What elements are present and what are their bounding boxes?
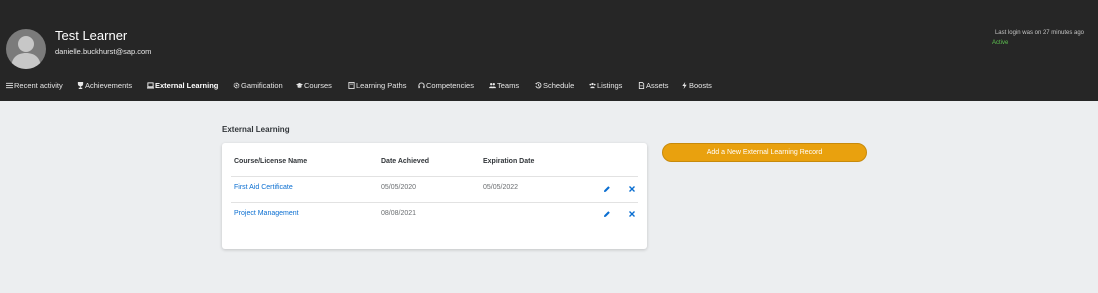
headset-icon	[418, 82, 425, 89]
external-learning-table: Course/License Name Date Achieved Expira…	[222, 143, 647, 249]
document-icon	[638, 81, 645, 89]
nav-item-competencies[interactable]: Competencies	[418, 76, 474, 94]
avatar	[6, 29, 46, 69]
nav-item-label: Schedule	[543, 80, 575, 90]
nav-item-listings[interactable]: Listings	[589, 76, 622, 94]
user-email: danielle.buckhurst@sap.com	[55, 47, 152, 56]
nav-item-label: Assets	[646, 80, 669, 90]
nav-item-label: Gamification	[241, 80, 283, 90]
graduation-cap-icon	[296, 82, 303, 89]
gear-icon	[233, 82, 240, 89]
nav-item-assets[interactable]: Assets	[638, 76, 669, 94]
history-icon	[535, 81, 542, 89]
nav-item-label: Competencies	[426, 80, 474, 90]
course-name-link[interactable]: First Aid Certificate	[234, 184, 293, 191]
nav-item-teams[interactable]: Teams	[489, 76, 519, 94]
book-icon	[348, 81, 355, 89]
close-icon[interactable]	[628, 210, 636, 218]
column-header-name: Course/License Name	[234, 158, 308, 165]
close-icon[interactable]	[628, 185, 636, 193]
lightning-icon	[681, 81, 688, 89]
nav-item-learning-paths[interactable]: Learning Paths	[348, 76, 406, 94]
edit-icon[interactable]	[603, 210, 611, 218]
nav-item-schedule[interactable]: Schedule	[535, 76, 574, 94]
profile-header: Test Learner danielle.buckhurst@sap.com …	[0, 0, 1098, 101]
group-icon	[589, 82, 596, 89]
nav-item-courses[interactable]: Courses	[296, 76, 332, 94]
nav-item-label: Teams	[497, 80, 520, 90]
nav-item-boosts[interactable]: Boosts	[681, 76, 712, 94]
nav-item-label: Listings	[597, 80, 623, 90]
people-icon	[489, 82, 496, 89]
user-name: Test Learner	[55, 28, 128, 43]
nav-item-label: Learning Paths	[356, 80, 407, 90]
course-name-link[interactable]: Project Management	[234, 210, 299, 217]
nav-item-label: External Learning	[155, 80, 219, 90]
divider	[231, 176, 638, 177]
edit-icon[interactable]	[603, 185, 611, 193]
column-header-date-achieved: Date Achieved	[381, 158, 429, 165]
date-achieved: 05/05/2020	[381, 184, 417, 191]
last-login-text: Last login was on 27 minutes ago	[994, 30, 1084, 36]
date-achieved: 08/08/2021	[381, 210, 417, 217]
laptop-icon	[147, 81, 154, 89]
user-silhouette-icon	[11, 36, 41, 69]
add-external-learning-button[interactable]: Add a New External Learning Record	[662, 143, 867, 162]
nav-item-label: Courses	[304, 80, 332, 90]
nav-item-recent-activity[interactable]: Recent activity	[6, 76, 63, 94]
column-header-expiration-date: Expiration Date	[483, 158, 535, 165]
nav-item-label: Recent activity	[14, 80, 63, 90]
status-badge: Active	[992, 40, 1009, 46]
trophy-icon	[77, 81, 84, 89]
nav-item-label: Achievements	[85, 80, 133, 90]
nav-item-label: Boosts	[689, 80, 712, 90]
nav-item-achievements[interactable]: Achievements	[77, 76, 132, 94]
nav-item-gamification[interactable]: Gamification	[233, 76, 283, 94]
expiration-date: 05/05/2022	[483, 184, 519, 191]
list-icon	[6, 82, 13, 89]
profile-nav: Recent activity Achievements External Le…	[0, 76, 1098, 94]
nav-item-external-learning[interactable]: External Learning	[147, 76, 218, 94]
divider	[231, 202, 638, 203]
page-title: External Learning	[222, 125, 290, 134]
